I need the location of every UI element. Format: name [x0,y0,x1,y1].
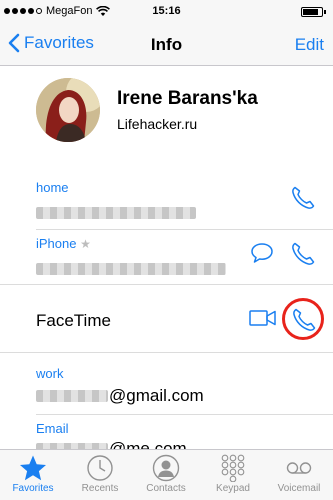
section-divider [0,352,333,353]
iphone-label: iPhone [36,236,77,251]
keypad-icon [221,454,245,482]
tab-voicemail[interactable]: Voicemail [266,452,332,494]
tab-recents[interactable]: Recents [67,452,133,494]
divider [36,414,333,415]
person-icon [152,454,180,482]
contact-header: Irene Barans'ka Lifehacker.ru [0,66,333,156]
avatar [36,78,100,142]
divider [36,229,333,230]
message-bubble-icon [251,243,273,263]
page-title: Info [150,35,183,54]
clock-time: 15:16 [152,5,181,17]
facetime-video-button[interactable] [249,308,277,333]
tab-favorites[interactable]: Favorites [0,452,66,494]
phone-icon [293,308,316,331]
video-camera-icon [249,310,276,326]
redacted-text [36,390,108,402]
tab-contacts[interactable]: Contacts [133,452,199,494]
contact-name: Irene Barans'ka [117,88,258,109]
edit-button[interactable]: Edit [295,35,324,55]
email-row[interactable]: Email @me.com [36,419,333,449]
star-icon [20,455,46,481]
navigation-bar: Favorites Info Edit [0,24,333,66]
voicemail-icon [286,462,312,474]
iphone-label-group: iPhone ★ [36,236,91,251]
facetime-audio-button[interactable] [282,298,324,340]
work-email-value: @gmail.com [36,386,204,406]
message-button[interactable] [250,242,274,269]
battery-icon [301,7,326,17]
email-domain: @me.com [109,439,187,449]
home-call-button[interactable] [290,185,316,216]
work-email-row[interactable]: work @gmail.com [36,364,333,412]
company-name: Lifehacker.ru [117,116,198,132]
status-bar: MegaFon 15:16 [0,0,333,24]
section-divider [0,284,333,285]
facetime-label: FaceTime [36,311,111,330]
tab-bar: Favorites Recents Contacts Keypad Voicem… [0,449,333,500]
clock-icon [87,455,113,481]
work-label: work [36,366,64,381]
star-icon: ★ [80,237,91,251]
email-value: @me.com [36,439,187,449]
email-label: Email [36,421,69,436]
iphone-row[interactable]: iPhone ★ [36,234,333,282]
home-phone-row[interactable]: home [36,178,333,228]
home-label: home [36,180,69,195]
tab-keypad[interactable]: Keypad [200,452,266,494]
phone-icon [292,186,315,209]
home-number-redacted [36,202,196,222]
work-email-domain: @gmail.com [109,386,204,405]
iphone-number-redacted [36,258,226,278]
phone-icon [292,242,315,265]
iphone-call-button[interactable] [290,241,316,272]
